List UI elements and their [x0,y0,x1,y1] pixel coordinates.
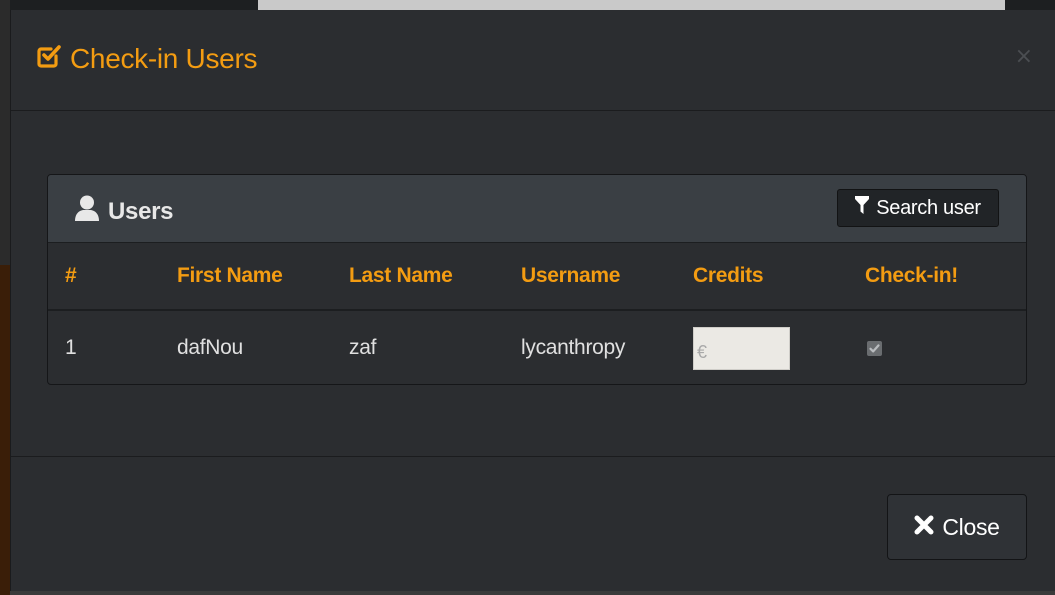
close-icon [914,514,934,541]
cell-last-name: zaf [349,335,377,359]
backdrop-top-bar [258,0,1005,10]
check-square-icon [36,43,62,76]
cell-username: lycanthropy [521,335,626,359]
panel-title: Users [74,194,174,229]
filter-icon [855,196,870,220]
page-backdrop-left [0,0,10,595]
panel-title-text: Users [108,197,174,225]
column-header-username[interactable]: Username [521,243,693,311]
column-header-index[interactable]: # [48,243,177,311]
user-icon [74,194,100,229]
table-header-row: # First Name Last Name Username Credits … [48,243,1026,311]
column-header-first-name[interactable]: First Name [177,243,349,311]
modal-close-icon[interactable]: × [1015,44,1033,69]
panel-heading: Users Search user [48,175,1026,243]
modal-header: Check-in Users × [11,10,1055,111]
column-header-checkin[interactable]: Check-in! [865,243,1026,311]
page-backdrop-top [10,0,1055,10]
page-backdrop-bottom [10,591,1055,595]
users-panel: Users Search user # First Name Last Name… [47,174,1027,385]
cell-first-name: dafNou [177,335,243,359]
table-row: 1 dafNou zaf lycanthropy [48,310,1026,384]
backdrop-accent [0,265,10,595]
cell-checkin [865,310,1026,384]
column-header-credits[interactable]: Credits [693,243,865,311]
cell-credits [693,310,865,384]
search-user-button[interactable]: Search user [837,189,999,227]
checkin-users-modal: Check-in Users × Users Search user # Fir… [10,10,1055,591]
cell-index: 1 [65,335,77,359]
modal-title-text: Check-in Users [70,43,258,74]
close-button[interactable]: Close [887,494,1027,560]
checkin-checkbox[interactable] [867,340,882,356]
modal-title: Check-in Users [36,43,257,75]
credits-input[interactable] [693,327,790,370]
search-user-label: Search user [876,196,981,219]
modal-footer: Close [11,456,1055,591]
close-button-label: Close [942,513,1000,540]
column-header-last-name[interactable]: Last Name [349,243,521,311]
users-table: # First Name Last Name Username Credits … [48,243,1026,384]
